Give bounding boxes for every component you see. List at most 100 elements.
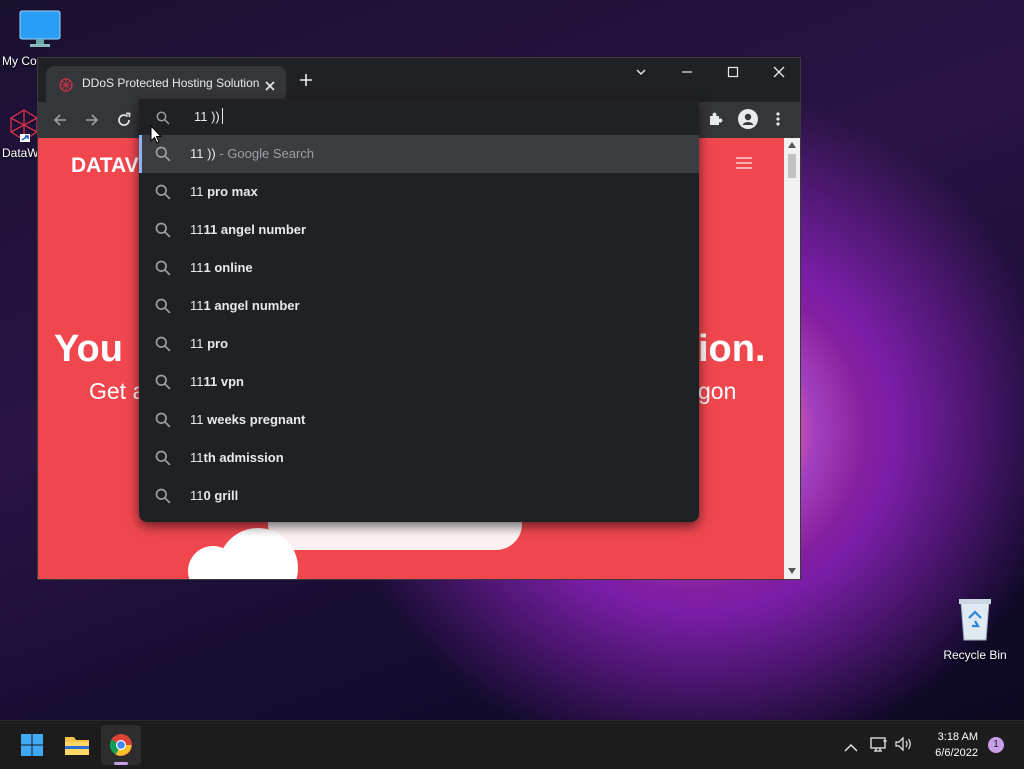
- chrome-taskbar-button[interactable]: [101, 725, 141, 765]
- reload-icon: [118, 112, 131, 126]
- suggestion-item[interactable]: 11th admission: [139, 439, 699, 477]
- suggestion-prefix: 11: [190, 298, 204, 313]
- favicon-icon: [59, 77, 73, 96]
- scroll-down-icon: [788, 568, 796, 574]
- suggestion-completion: 11 angel number: [203, 222, 307, 237]
- hamburger-menu-icon[interactable]: [735, 155, 753, 174]
- suggestion-completion: pro max: [203, 184, 258, 199]
- title-bar[interactable]: DDoS Protected Hosting Solution: [38, 58, 800, 102]
- hero-sub-left: Get a: [89, 378, 146, 404]
- forward-button[interactable]: [84, 112, 100, 132]
- suggestion-completion: 0 grill: [203, 488, 239, 503]
- suggestion-completion: 1 angel number: [203, 298, 300, 313]
- hero-headline-left: You: [54, 328, 123, 370]
- new-tab-button[interactable]: [298, 72, 314, 92]
- menu-button[interactable]: [774, 111, 782, 131]
- suggestion-item[interactable]: 11 weeks pregnant: [139, 401, 699, 439]
- start-button[interactable]: [12, 725, 52, 765]
- suggestion-query: 11 )): [190, 146, 216, 161]
- profile-button[interactable]: [738, 109, 758, 133]
- suggestion-item[interactable]: 110 grill: [139, 477, 699, 515]
- close-icon: [773, 66, 785, 78]
- search-icon: [155, 298, 171, 314]
- search-icon: [155, 146, 171, 162]
- chevron-down-icon: [636, 69, 646, 75]
- minimize-icon: [682, 71, 692, 73]
- suggestion-completion: weeks pregnant: [203, 412, 306, 427]
- search-icon: [155, 336, 171, 352]
- recycle-bin-icon: [955, 596, 995, 641]
- search-icon: [155, 260, 171, 276]
- maximize-icon: [727, 66, 739, 78]
- search-icon: [155, 222, 171, 238]
- back-button[interactable]: [52, 112, 68, 132]
- suggestion-item[interactable]: 11 )) - Google Search: [139, 135, 699, 173]
- arrow-left-icon: [53, 114, 66, 126]
- search-icon: [155, 374, 171, 390]
- maximize-button[interactable]: [710, 58, 756, 86]
- vertical-scrollbar[interactable]: [784, 138, 800, 579]
- avatar-icon: [738, 109, 758, 129]
- suggestion-item[interactable]: 111 angel number: [139, 287, 699, 325]
- chevron-up-icon[interactable]: [844, 738, 858, 757]
- tab-close-icon[interactable]: [264, 77, 276, 96]
- file-explorer-button[interactable]: [57, 725, 97, 765]
- chrome-icon: [109, 734, 132, 756]
- mouse-cursor-icon: [150, 124, 163, 148]
- puzzle-icon: [710, 112, 723, 125]
- close-button[interactable]: [756, 58, 802, 86]
- minimize-button[interactable]: [664, 58, 710, 86]
- reload-button[interactable]: [116, 112, 132, 132]
- suggestion-item[interactable]: 111 online: [139, 249, 699, 287]
- search-icon: [155, 450, 171, 466]
- text-cursor: [222, 108, 223, 124]
- tab-active[interactable]: DDoS Protected Hosting Solution: [46, 66, 286, 102]
- suggestion-item[interactable]: 11 pro: [139, 325, 699, 363]
- suggestion-prefix: 11: [190, 184, 204, 199]
- taskbar: 3:18 AM 6/6/2022 1: [0, 720, 1024, 769]
- suggestion-item[interactable]: 1111 vpn: [139, 363, 699, 401]
- desktop-icon-recycle-bin[interactable]: Recycle Bin: [935, 596, 1015, 662]
- suggestion-item[interactable]: 11 pro max: [139, 173, 699, 211]
- search-icon: [155, 412, 171, 428]
- suggestion-prefix: 11: [190, 260, 204, 275]
- arrow-right-icon: [86, 114, 99, 126]
- suggestion-completion: 1 online: [203, 260, 253, 275]
- suggestion-prefix: 11: [190, 222, 204, 237]
- scrollbar-thumb[interactable]: [788, 154, 796, 178]
- suggestion-completion: 11 vpn: [203, 374, 244, 389]
- app-logo-icon: [8, 108, 40, 142]
- active-suggestion-marker: [139, 135, 142, 173]
- search-icon: [155, 488, 171, 504]
- tab-search-button[interactable]: [618, 58, 664, 86]
- network-icon[interactable]: [870, 736, 888, 756]
- monitor-icon: [19, 10, 61, 47]
- search-icon: [155, 184, 171, 200]
- clock[interactable]: 3:18 AM 6/6/2022: [920, 729, 978, 761]
- scroll-up-icon: [788, 142, 796, 148]
- folder-icon: [65, 737, 89, 755]
- address-bar[interactable]: 11 )): [139, 99, 699, 135]
- hero-sub-right: gon: [698, 378, 737, 404]
- kebab-menu-icon: [776, 112, 780, 126]
- suggestion-source: - Google Search: [215, 146, 315, 161]
- suggestion-prefix: 11: [190, 374, 204, 389]
- tab-title: DDoS Protected Hosting Solution: [82, 76, 260, 90]
- clock-time: 3:18 AM: [937, 731, 978, 743]
- volume-icon[interactable]: [895, 736, 913, 756]
- suggestion-prefix: 11: [190, 412, 204, 427]
- notification-badge[interactable]: 1: [988, 737, 1004, 753]
- extensions-button[interactable]: [707, 111, 723, 131]
- hero-headline-right: ion.: [698, 328, 766, 370]
- suggestion-item[interactable]: 1111 angel number: [139, 211, 699, 249]
- omnibox-dropdown: 11 )) 11 )) - Google Search 11 pro max 1…: [139, 99, 699, 522]
- clock-date: 6/6/2022: [935, 747, 978, 759]
- desktop-icon-label: Recycle Bin: [943, 648, 1007, 662]
- address-input[interactable]: 11 )): [194, 109, 220, 124]
- suggestion-prefix: 11: [190, 450, 204, 465]
- running-indicator: [114, 762, 128, 765]
- suggestion-completion: th admission: [203, 450, 284, 465]
- suggestion-prefix: 11: [190, 488, 204, 503]
- suggestion-completion: pro: [203, 336, 229, 351]
- site-brand[interactable]: DATAV: [71, 154, 139, 178]
